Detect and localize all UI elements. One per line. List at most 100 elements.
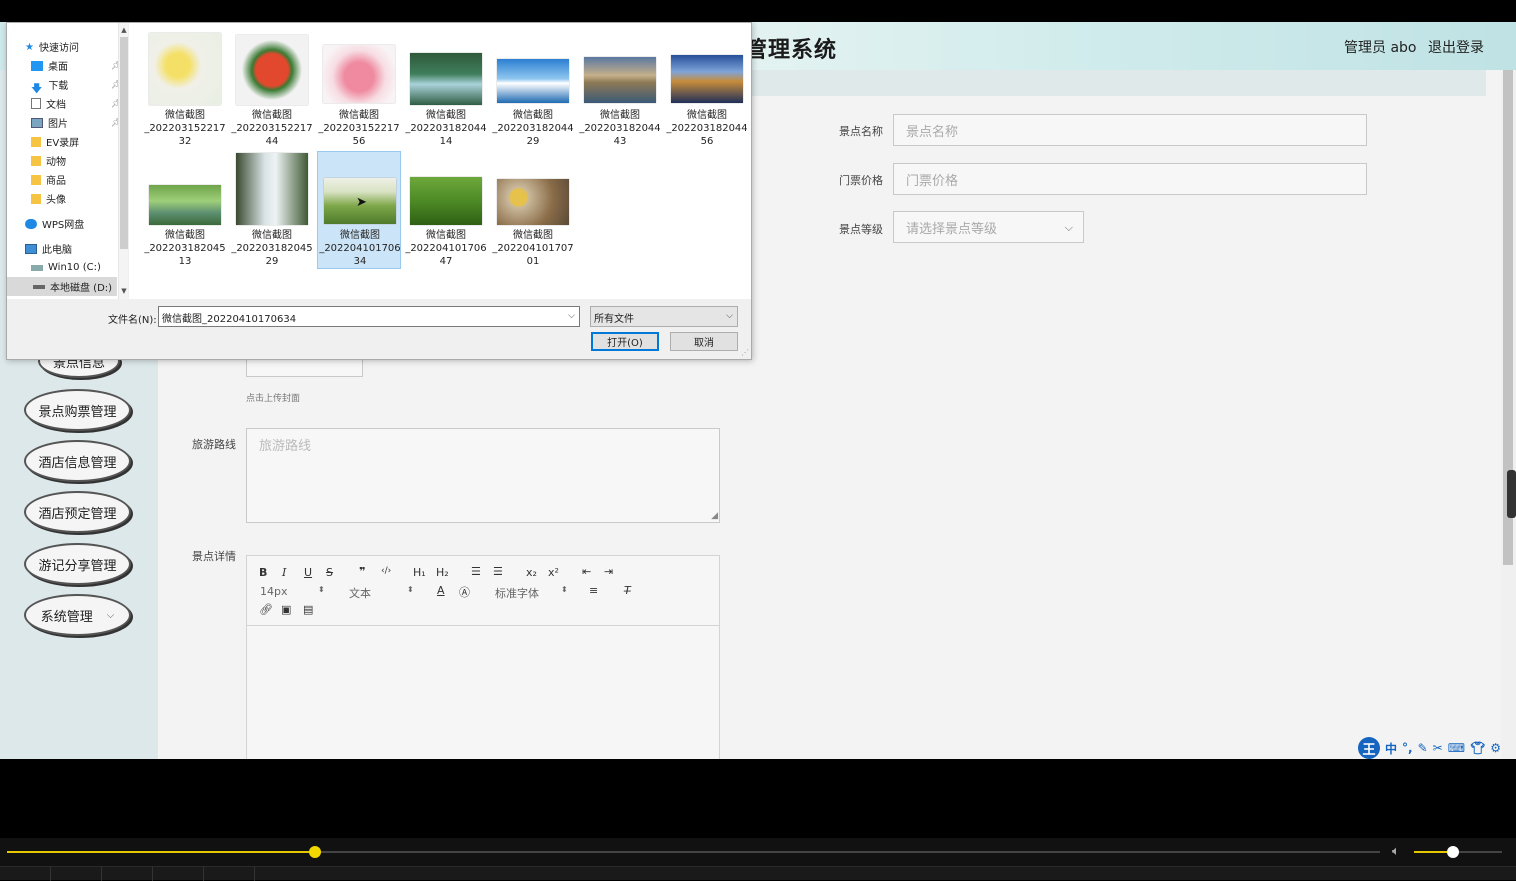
cloud-icon: [25, 218, 37, 229]
folder-icon: [31, 155, 41, 166]
thumbnail-image: [410, 177, 482, 225]
file-item[interactable]: 微信截图 _202204101706 47: [404, 151, 488, 269]
ordered-list-icon[interactable]: ☰: [471, 565, 481, 578]
file-item[interactable]: 微信截图 _202203152217 56: [317, 31, 401, 149]
mouse-cursor-icon: ➤: [356, 195, 367, 210]
side-handle[interactable]: [1507, 470, 1516, 518]
background-color-icon[interactable]: Ⓐ: [459, 584, 470, 600]
sidebar-item-travel-notes[interactable]: 游记分享管理: [24, 543, 131, 585]
sidebar-item-hotel-booking[interactable]: 酒店预定管理: [24, 491, 131, 533]
keyboard-icon[interactable]: ⌨: [1448, 741, 1465, 755]
route-label: 旅游路线: [192, 438, 236, 451]
sidebar-item-hotel-info[interactable]: 酒店信息管理: [24, 440, 131, 482]
resize-grip-icon[interactable]: ⋰: [741, 348, 749, 357]
drive-icon: [31, 264, 43, 271]
superscript-icon[interactable]: x²: [548, 566, 559, 579]
link-icon[interactable]: 🔗︎: [259, 603, 273, 616]
nav-scrollbar[interactable]: ▲ ▼: [118, 23, 128, 299]
seek-bar[interactable]: [7, 846, 1380, 858]
download-icon: 🡇: [31, 81, 43, 95]
filename-label: 文件名(N):: [108, 315, 157, 326]
file-item[interactable]: 微信截图 _202203152217 44: [230, 31, 314, 149]
gear-icon[interactable]: ⚙: [1490, 741, 1501, 755]
underline-icon[interactable]: U: [304, 566, 312, 579]
scenic-name-input[interactable]: 景点名称: [893, 114, 1367, 146]
font-color-icon[interactable]: A: [437, 584, 445, 597]
volume-icon[interactable]: 🔈︎: [1392, 844, 1400, 859]
sidebar-item-system[interactable]: 系统管理 ⌵: [24, 594, 131, 636]
shirt-icon[interactable]: 👕︎: [1470, 741, 1485, 755]
bullet-list-icon[interactable]: ☰: [493, 565, 503, 578]
file-caption: 微信截图 _202203152217 44: [231, 110, 313, 147]
scroll-down-icon[interactable]: ▼: [119, 287, 129, 295]
font-size-value: 14px: [260, 585, 288, 598]
nav-drive-d[interactable]: 本地磁盘 (D:): [7, 277, 117, 296]
cancel-button[interactable]: 取消: [670, 332, 738, 351]
scissors-icon[interactable]: ✂: [1433, 741, 1443, 755]
file-open-dialog: ★ 快速访问 桌面 📌︎ 🡇 下载 📌︎ 文档 📌︎ 图片 📌︎ EV录屏 动物 商品 头像…: [6, 22, 752, 360]
resize-grip-icon[interactable]: ◢: [711, 511, 718, 521]
star-icon: ★: [25, 41, 34, 53]
align-icon[interactable]: ≡: [589, 584, 598, 597]
file-item[interactable]: 微信截图 _202204101707 01: [491, 151, 575, 269]
quote-icon[interactable]: ❞: [359, 565, 365, 578]
file-item[interactable]: 微信截图 _202203182045 13: [143, 151, 227, 269]
file-caption: 微信截图 _202203182044 43: [579, 110, 661, 147]
scrollbar-thumb[interactable]: [120, 37, 128, 249]
file-item[interactable]: 微信截图 _202203182044 56: [665, 31, 749, 149]
image-icon[interactable]: ▣: [281, 603, 291, 616]
font-family-select[interactable]: 标准字体 ⬍: [495, 585, 568, 601]
detail-label: 景点详情: [192, 550, 236, 563]
chevron-down-icon[interactable]: ⌵: [568, 311, 575, 321]
file-item[interactable]: 微信截图 _202203182045 29: [230, 151, 314, 269]
open-button[interactable]: 打开(O): [591, 332, 659, 351]
divider: [203, 867, 204, 881]
strikethrough-icon[interactable]: S: [326, 566, 333, 579]
ticket-price-input[interactable]: 门票价格: [893, 163, 1367, 195]
file-caption: 微信截图 _202203182044 56: [666, 110, 748, 147]
nav-label: EV录屏: [46, 138, 80, 149]
video-icon[interactable]: ▤: [303, 603, 313, 616]
outdent-icon[interactable]: ⇤: [582, 565, 591, 578]
logout-link[interactable]: 退出登录: [1428, 37, 1484, 57]
ime-mode-toggle[interactable]: 中: [1385, 740, 1397, 757]
breadcrumb-bar: [752, 70, 1486, 96]
scenic-level-select[interactable]: 请选择景点等级 ⌵: [893, 211, 1084, 243]
italic-icon[interactable]: I: [282, 566, 286, 579]
punctuation-icon[interactable]: °,: [1402, 741, 1413, 755]
indent-icon[interactable]: ⇥: [604, 565, 613, 578]
file-item[interactable]: 微信截图 _202203152217 32: [143, 31, 227, 149]
filename-input[interactable]: 微信截图_20220410170634 ⌵: [158, 306, 580, 327]
scroll-up-icon[interactable]: ▲: [119, 26, 129, 34]
file-caption: 微信截图 _202203152217 32: [144, 110, 226, 147]
price-label: 门票价格: [839, 174, 883, 187]
file-item[interactable]: 微信截图 _202203182044 43: [578, 31, 662, 149]
main-scrollbar[interactable]: [1501, 70, 1516, 759]
nav-label: 快速访问: [38, 43, 79, 54]
volume-handle[interactable]: [1446, 846, 1459, 858]
filetype-select[interactable]: 所有文件 ⌵: [590, 306, 738, 327]
file-item-selected[interactable]: 微信截图 _202204101706 34 ➤: [317, 151, 401, 269]
file-item[interactable]: 微信截图 _202203182044 29: [491, 31, 575, 149]
ime-logo-icon[interactable]: 王: [1358, 737, 1380, 759]
route-textarea[interactable]: 旅游路线 ◢: [246, 428, 720, 523]
sidebar-item-ticket[interactable]: 景点购票管理: [24, 389, 131, 431]
file-item[interactable]: 微信截图 _202203182044 14: [404, 31, 488, 149]
chevron-updown-icon: ⬍: [561, 585, 568, 594]
app-window: 景点信息 景点购票管理 酒店信息管理 酒店预定管理 游记分享管理 系统管理 ⌵ 管…: [0, 22, 1516, 759]
subscript-icon[interactable]: x₂: [526, 566, 537, 579]
pen-icon[interactable]: ✎: [1418, 741, 1428, 755]
seek-handle[interactable]: [308, 846, 321, 858]
block-type-select[interactable]: 文本 ⬍: [349, 585, 414, 601]
volume-slider[interactable]: [1414, 846, 1502, 858]
chevron-updown-icon: ⬍: [407, 585, 414, 594]
clear-format-icon[interactable]: T̶: [624, 584, 631, 597]
nav-label: 动物: [46, 157, 66, 168]
thumbnail-image: [410, 53, 482, 105]
heading2-icon[interactable]: H₂: [436, 566, 449, 579]
code-icon[interactable]: ‹/›: [381, 566, 391, 576]
player-control-strip: [0, 866, 1516, 881]
heading1-icon[interactable]: H₁: [413, 566, 426, 579]
bold-icon[interactable]: B: [259, 566, 267, 579]
font-size-select[interactable]: 14px ⬍: [260, 585, 325, 598]
